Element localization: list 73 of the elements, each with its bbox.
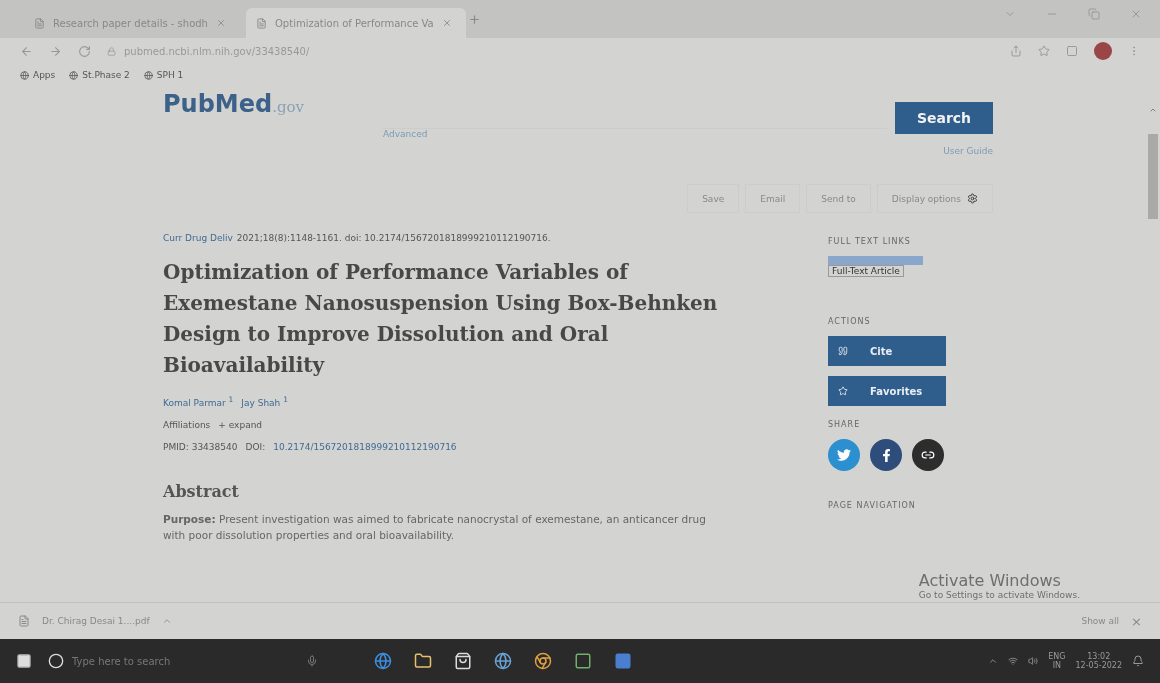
- folder-icon[interactable]: [414, 652, 432, 670]
- language-text[interactable]: IN: [1052, 661, 1062, 670]
- show-all-link[interactable]: Show all: [1081, 616, 1120, 626]
- mic-icon[interactable]: [306, 655, 318, 667]
- forward-icon[interactable]: [49, 44, 62, 58]
- scroll-up-icon[interactable]: [1149, 106, 1157, 114]
- profile-avatar[interactable]: [1094, 42, 1112, 60]
- globe-icon[interactable]: [69, 70, 79, 80]
- chrome-icon[interactable]: [534, 652, 552, 670]
- bookmark[interactable]: St.Phase 2: [82, 70, 130, 80]
- abstract-text: Purpose: Present investigation was aimed to fabricate nanocrystal of exemestane, an anticancer drug: [163, 513, 706, 525]
- notification-icon[interactable]: [1132, 655, 1144, 667]
- action-button[interactable]: Display options: [876, 184, 993, 213]
- store-icon[interactable]: [454, 652, 472, 670]
- lock-icon: [107, 46, 116, 56]
- language-text[interactable]: ENG: [1048, 652, 1066, 661]
- bookmark[interactable]: SPH 1: [156, 70, 184, 80]
- journal-link[interactable]: Curr Drug Deliv: [163, 233, 233, 243]
- tray-icon[interactable]: [988, 656, 999, 666]
- volume-icon[interactable]: [1028, 656, 1039, 666]
- full-text-link[interactable]: Full-Text Article: [828, 265, 904, 277]
- settings-icon: [967, 193, 978, 204]
- search-button[interactable]: Search: [895, 102, 993, 134]
- doi-label: DOI:: [245, 442, 266, 452]
- section-heading: SHARE: [828, 420, 862, 429]
- action-button[interactable]: Send to: [806, 184, 871, 213]
- citation-text: 2021;18(8):1148-1161. doi: 10.2174/1567201818999210112190716.: [236, 233, 551, 243]
- scrollbar-thumb[interactable]: [1148, 134, 1158, 219]
- action-button[interactable]: Email: [745, 184, 801, 213]
- clock-time[interactable]: 13:02: [1087, 652, 1111, 661]
- share-icon[interactable]: [1010, 45, 1022, 57]
- pubmed-logo[interactable]: PubMed.gov: [163, 86, 383, 118]
- section-heading: ACTIONS: [828, 317, 872, 326]
- author-link[interactable]: Jay Shah $^{1}$: [241, 395, 288, 408]
- taskbar-search-field[interactable]: Type here to search: [72, 655, 171, 667]
- affiliations-label: Affiliations: [163, 420, 211, 430]
- pdf-icon: [18, 615, 30, 627]
- globe-icon[interactable]: [494, 652, 512, 670]
- bookmark[interactable]: Apps: [33, 70, 56, 80]
- abstract-text: with poor dissolution properties and oral bioavailability.: [163, 529, 455, 541]
- reload-icon[interactable]: [78, 44, 91, 58]
- expand-link[interactable]: + expand: [218, 420, 263, 430]
- close-icon[interactable]: [215, 18, 226, 28]
- abstract-heading: Abstract: [163, 482, 240, 501]
- link-icon[interactable]: [912, 439, 944, 471]
- globe-icon[interactable]: [143, 70, 153, 80]
- twitter-icon[interactable]: [828, 439, 860, 471]
- page-icon: [256, 17, 267, 29]
- facebook-icon[interactable]: [870, 439, 902, 471]
- close-button[interactable]: ×: [1131, 613, 1142, 629]
- browser-tab[interactable]: Optimization of Performance Va: [246, 8, 466, 38]
- author-link[interactable]: Komal Parmar $^{1}$: [163, 395, 234, 408]
- activation-title: Activate Windows: [918, 571, 1062, 590]
- clock-date[interactable]: 12-05-2022: [1075, 661, 1122, 670]
- wifi-icon[interactable]: [1008, 656, 1019, 666]
- globe-icon[interactable]: [20, 70, 29, 80]
- section-heading: PAGE NAVIGATION: [828, 501, 917, 510]
- doi-link[interactable]: 10.2174/1567201818999210112190716: [273, 442, 457, 452]
- section-heading: FULL TEXT LINKS: [828, 237, 912, 246]
- star-icon[interactable]: [1038, 45, 1050, 57]
- download-file[interactable]: Dr. Chirag Desai 1....pdf: [42, 616, 150, 626]
- back-icon[interactable]: [20, 44, 33, 58]
- activation-hint: Go to Settings to activate Windows.: [918, 590, 1080, 600]
- cite-button[interactable]: Cite: [828, 336, 946, 366]
- action-button[interactable]: Save: [687, 184, 740, 213]
- pmid-text: PMID: 33438540: [163, 442, 238, 452]
- new-tab-icon[interactable]: [468, 12, 481, 26]
- favorites-button[interactable]: Favorites: [828, 376, 946, 406]
- close-icon[interactable]: [441, 18, 452, 28]
- star-icon: [838, 386, 848, 396]
- page-icon: [34, 17, 45, 29]
- article-title: Optimization of Performance Variables of Exemestane Nanosuspension Using Box-Behnken Design to Improve Dissolution and Oral Bioavailability: [163, 259, 719, 379]
- quote-icon: [838, 346, 848, 356]
